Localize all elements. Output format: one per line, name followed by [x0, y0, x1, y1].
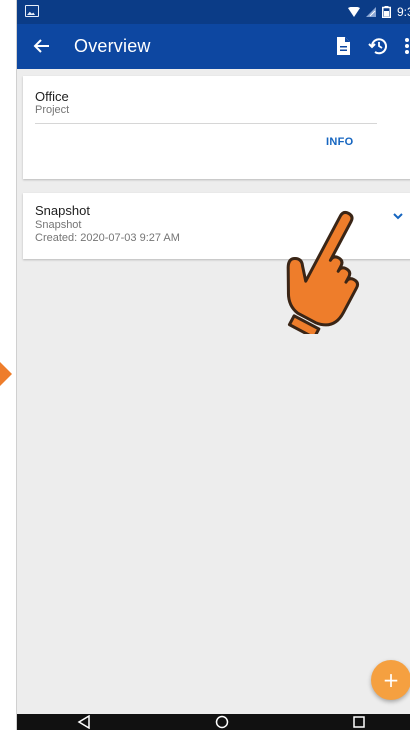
battery-icon [382, 6, 391, 18]
content-area: Office Project INFO Snapshot Snapshot Cr… [17, 69, 410, 689]
status-time: 9:3 [397, 5, 410, 19]
document-icon[interactable] [332, 35, 354, 57]
system-nav-bar [17, 714, 410, 730]
snapshot-title: Snapshot [35, 203, 90, 218]
nav-recents-icon[interactable] [352, 715, 366, 729]
tap-hand-icon [286, 210, 360, 334]
project-card[interactable]: Office Project INFO [23, 76, 410, 179]
page-title: Overview [74, 36, 151, 56]
wifi-icon [348, 7, 360, 17]
pointer-arrow-icon [0, 362, 12, 386]
nav-back-icon[interactable] [77, 715, 91, 729]
add-fab-button[interactable]: + [371, 660, 410, 700]
project-subtitle: Project [35, 104, 70, 116]
gallery-icon [25, 5, 39, 17]
chevron-down-icon[interactable] [391, 209, 405, 223]
snapshot-subtitle: Snapshot [35, 219, 82, 231]
status-bar: 9:3 [17, 0, 410, 24]
card-divider [35, 123, 377, 124]
nav-home-icon[interactable] [215, 715, 229, 729]
back-arrow-icon[interactable] [31, 35, 53, 57]
snapshot-created-date: Created: 2020-07-03 9:27 AM [35, 232, 180, 244]
more-vert-icon[interactable] [401, 35, 410, 57]
project-title: Office [35, 89, 69, 104]
device-frame: 9:3 Overview [16, 0, 410, 730]
info-button[interactable]: INFO [326, 136, 353, 148]
history-icon[interactable] [367, 35, 389, 57]
app-bar: Overview [17, 24, 410, 69]
screen: 9:3 Overview [0, 0, 410, 730]
no-signal-icon [366, 7, 376, 17]
status-icons: 9:3 [348, 3, 410, 21]
